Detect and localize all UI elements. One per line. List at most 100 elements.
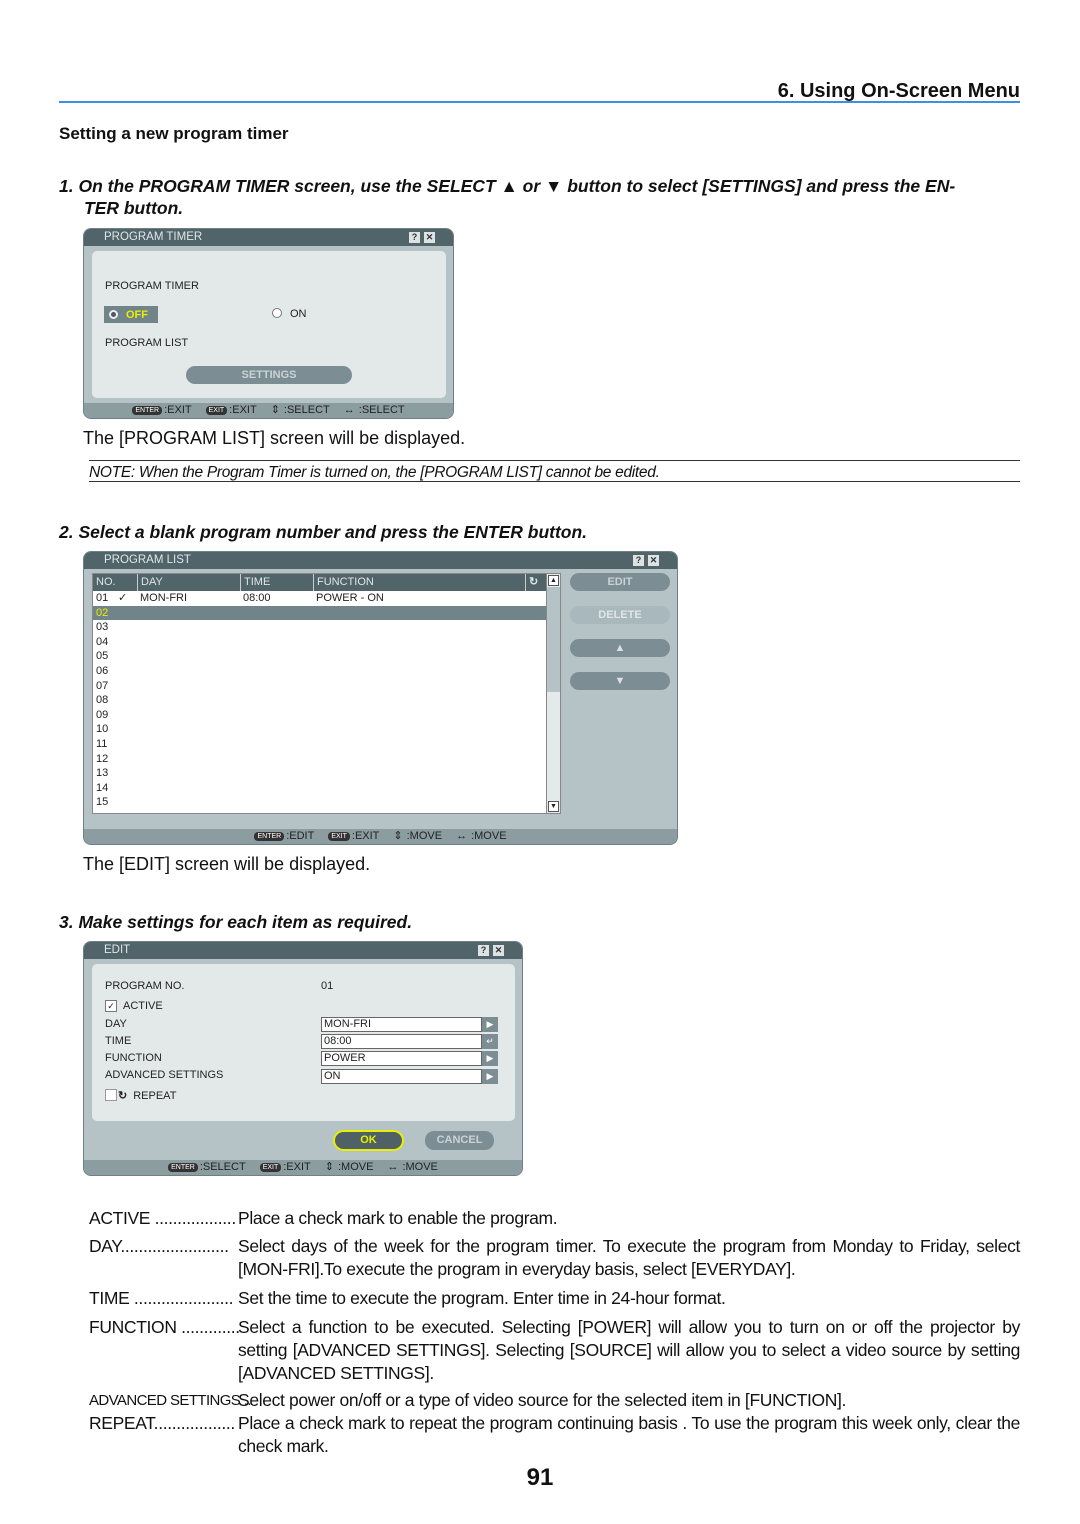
step-text: On the PROGRAM TIMER screen, use the SEL… [78,176,956,196]
section-title: Setting a new program timer [59,124,289,143]
program-list-dialog: PROGRAM LIST ? ✕ NO. DAY TIME FUNCTION ↻ … [83,551,678,845]
footer-hint: ⇕:MOVE [325,1161,374,1173]
key-icon: ENTER [168,1163,198,1172]
key-icon: EXIT [328,832,350,841]
note-rule-bottom [89,481,1020,482]
help-icon[interactable]: ? [409,232,420,243]
active-label: ACTIVE [123,1000,163,1012]
off-label: OFF [126,309,148,321]
table-row[interactable]: 04 [93,635,546,650]
arrow-right-icon[interactable]: ▶ [482,1017,498,1032]
footer-hint: ENTER:SELECT [168,1161,246,1173]
footer-hint-text: :EXIT [164,404,192,416]
step-number: 1. [59,176,74,196]
day-label: DAY [105,1018,127,1030]
function-field[interactable]: POWER [321,1051,482,1066]
table-row[interactable]: 12 [93,752,546,767]
table-row[interactable]: 10 [93,722,546,737]
advanced-settings-field[interactable]: ON [321,1069,482,1084]
close-icon[interactable]: ✕ [648,555,659,566]
active-checkbox[interactable]: ✓ ACTIVE [105,1000,163,1012]
ok-button[interactable]: OK [333,1130,404,1151]
scroll-thumb[interactable] [547,587,560,692]
table-row[interactable]: 03 [93,620,546,635]
table-row[interactable]: 14 [93,781,546,796]
delete-button[interactable]: DELETE [570,606,670,624]
day-field[interactable]: MON-FRI [321,1017,482,1032]
table-row[interactable]: 02 [93,605,546,621]
key-icon: EXIT [205,406,228,415]
on-radio[interactable]: ON [272,308,307,320]
radio-selected-icon [109,310,118,319]
repeat-checkbox[interactable]: ↻ REPEAT [105,1089,176,1102]
table-row[interactable]: 05 [93,649,546,664]
table-row[interactable]: 07 [93,679,546,694]
table-row[interactable]: 09 [93,708,546,723]
key-icon: ⇕ [324,1161,334,1173]
key-icon: ENTER [254,832,285,841]
repeat-icon: ↻ [525,574,538,591]
dialog-footer: ENTER:EDIT EXIT:EXIT ⇕:MOVE ↔:MOVE [84,829,677,844]
chapter-title: 6. Using On-Screen Menu [777,80,1020,102]
program-timer-dialog: PROGRAM TIMER ? ✕ PROGRAM TIMER OFF ON PR… [83,228,454,419]
checkbox-icon [105,1089,117,1101]
cell-check: ✓ [118,592,128,604]
footer-hint: EXIT:EXIT [328,830,379,842]
settings-button[interactable]: SETTINGS [186,366,352,384]
cell-no: 04 [96,635,109,648]
program-no-value: 01 [321,980,334,992]
cell-no: 09 [96,708,109,721]
cell-no: 01 [96,592,109,604]
repeat-label: REPEAT [133,1090,177,1102]
key-icon: ↔ [456,830,468,842]
dialog-titlebar: EDIT ? ✕ [84,942,522,959]
definition-term: ADVANCED SETTINGS .. [89,1392,252,1409]
footer-hint: EXIT:EXIT [259,1161,311,1173]
dialog-title: PROGRAM TIMER [104,231,203,243]
cell-no: 13 [96,767,109,780]
definition-desc: Select power on/off or a type of video s… [238,1390,847,1410]
arrow-right-icon[interactable]: ▶ [482,1051,498,1066]
time-field[interactable]: 08:00 [321,1034,482,1049]
definition-term: REPEAT.................. [89,1413,235,1433]
table-row[interactable]: 15 [93,795,546,810]
enter-icon[interactable]: ↵ [482,1034,498,1049]
scroll-up-icon[interactable]: ▲ [548,575,559,586]
cell-no: 06 [96,665,109,677]
cell-no: 15 [96,796,109,809]
cancel-button[interactable]: CANCEL [425,1131,494,1150]
arrow-right-icon[interactable]: ▶ [482,1069,498,1084]
definition-term: DAY........................ [89,1236,229,1256]
footer-hint: EXIT:EXIT [205,404,257,416]
close-icon[interactable]: ✕ [424,232,435,243]
edit-button[interactable]: EDIT [570,573,670,591]
footer-hint: ↔:MOVE [456,830,506,842]
table-row[interactable]: 13 [93,766,546,781]
table-header: NO. DAY TIME FUNCTION ↻ [93,574,546,591]
footer-hint-text: :SELECT [283,404,330,416]
scrollbar[interactable]: ▲ ▼ [546,574,560,813]
footer-hint: ENTER:EDIT [254,830,314,842]
scroll-down-icon[interactable]: ▼ [548,801,559,812]
help-icon[interactable]: ? [478,945,489,956]
col-day: DAY [137,574,163,591]
key-icon: ↔ [387,1161,399,1173]
table-row[interactable]: 01 ✓ MON-FRI 08:00 POWER - ON [93,591,546,606]
move-up-button[interactable]: ▲ [570,639,670,657]
table-row[interactable]: 08 [93,693,546,708]
dialog-footer: ENTER:EXIT EXIT:EXIT ⇕:SELECT ↔:SELECT [84,403,453,418]
program-table: NO. DAY TIME FUNCTION ↻ ▲ ▼ 01 ✓ MON-FRI 08… [92,573,561,814]
move-down-button[interactable]: ▼ [570,672,670,690]
step-text: Select a blank program number and press … [78,522,588,542]
cell-no: 10 [96,723,109,736]
off-radio[interactable]: OFF [104,306,158,323]
close-icon[interactable]: ✕ [493,945,504,956]
help-icon[interactable]: ? [633,555,644,566]
dialog-title: PROGRAM LIST [104,554,191,566]
program-no-label: PROGRAM NO. [105,980,185,992]
key-icon: ⇕ [393,830,403,842]
cell-no: 14 [96,781,109,794]
dialog-titlebar: PROGRAM TIMER ? ✕ [84,229,453,246]
table-row[interactable]: 06 [93,664,546,679]
table-row[interactable]: 11 [93,737,546,752]
